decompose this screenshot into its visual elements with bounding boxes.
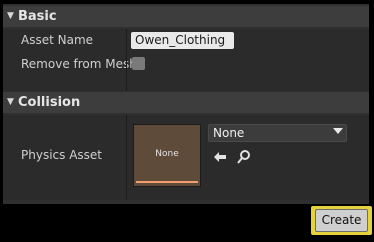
- section-title-basic: Basic: [18, 9, 57, 24]
- row-remove-from-mesh: Remove from Mesh: [3, 53, 369, 91]
- details-panel: ▼ Basic Asset Name Owen_Clothing Remove …: [3, 4, 369, 204]
- chevron-down-icon: [333, 128, 343, 134]
- dialog-frame: ▼ Basic Asset Name Owen_Clothing Remove …: [0, 0, 374, 242]
- create-button[interactable]: Create: [315, 209, 368, 232]
- column-divider: [126, 29, 127, 53]
- create-button-highlight: Create: [311, 206, 372, 235]
- search-icon[interactable]: [236, 149, 252, 165]
- column-divider: [126, 53, 127, 91]
- row-physics-asset: Physics Asset None None: [3, 115, 369, 200]
- remove-from-mesh-checkbox[interactable]: [132, 57, 145, 70]
- arrow-left-icon[interactable]: [212, 149, 228, 165]
- column-divider: [126, 115, 127, 200]
- asset-thumbnail[interactable]: None: [133, 124, 201, 187]
- asset-name-label: Asset Name: [21, 33, 94, 47]
- section-header-collision[interactable]: ▼ Collision: [3, 92, 369, 113]
- section-title-collision: Collision: [18, 95, 81, 110]
- thumbnail-color-bar: [136, 181, 198, 183]
- physics-asset-label: Physics Asset: [21, 148, 102, 162]
- row-asset-name: Asset Name Owen_Clothing: [3, 29, 369, 53]
- collapse-triangle-icon[interactable]: ▼: [7, 92, 14, 113]
- asset-name-input[interactable]: Owen_Clothing: [131, 32, 234, 49]
- dropdown-value: None: [213, 126, 245, 140]
- collapse-triangle-icon[interactable]: ▼: [7, 6, 14, 27]
- thumbnail-label: None: [155, 149, 179, 159]
- remove-from-mesh-label: Remove from Mesh: [21, 57, 137, 71]
- physics-asset-dropdown[interactable]: None: [208, 124, 347, 142]
- section-header-basic[interactable]: ▼ Basic: [3, 6, 369, 27]
